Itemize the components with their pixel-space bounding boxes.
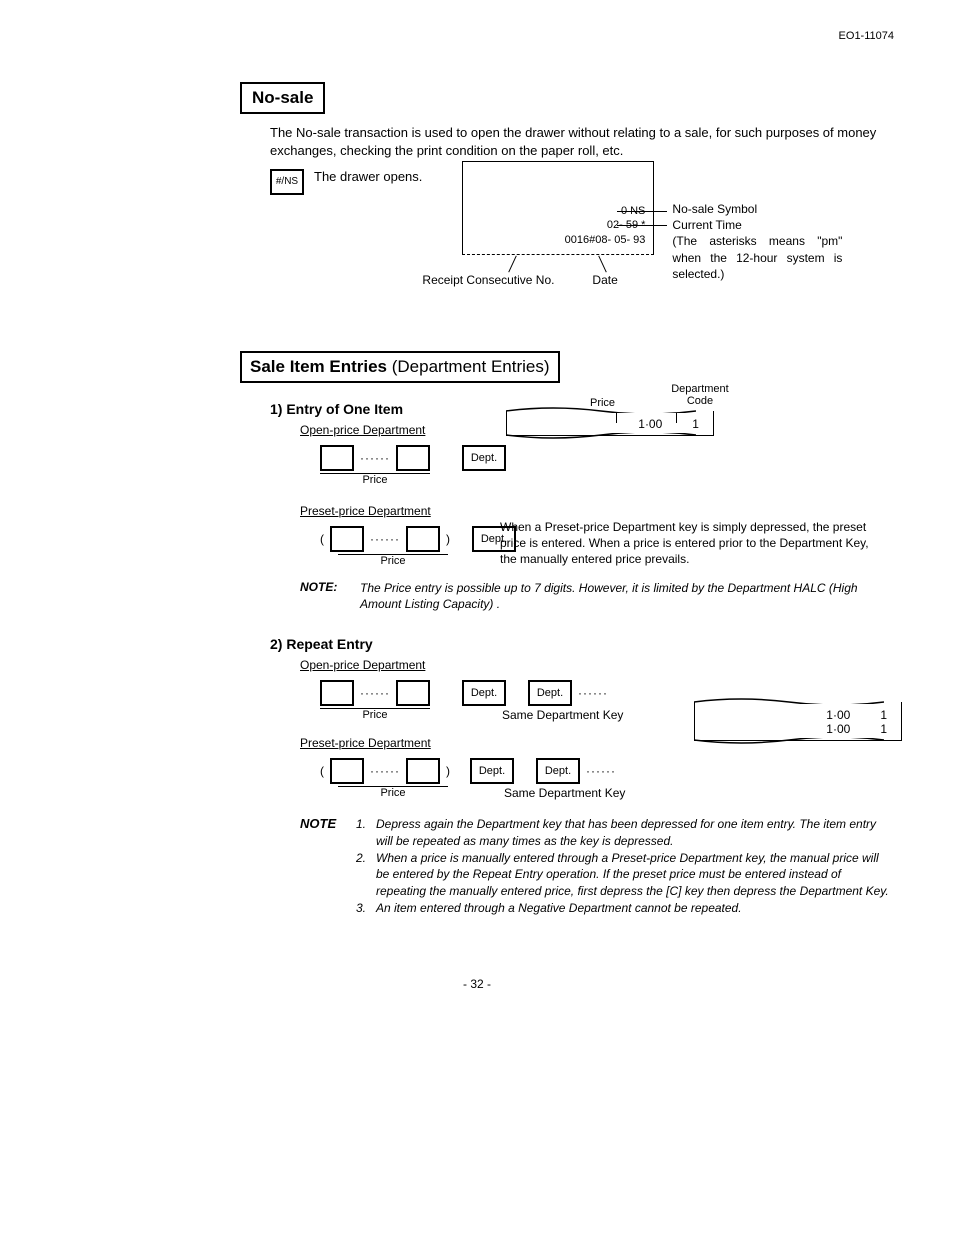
note-num-3: 3. bbox=[356, 900, 376, 917]
preset-description: When a Preset-price Department key is si… bbox=[500, 519, 880, 568]
paren-open: ( bbox=[320, 764, 324, 778]
receipt-diagram: 0 NS 02- 59 * 0016#08- 05- 93 No-sale Sy… bbox=[462, 161, 862, 311]
receipt-code: 1 bbox=[880, 722, 887, 736]
price-underlabel: Price bbox=[320, 473, 430, 486]
price-underlabel: Price bbox=[320, 708, 430, 722]
dots: ······ bbox=[360, 451, 390, 465]
receipt-price: 1·00 bbox=[826, 708, 850, 722]
receipt-line-3: 0016#08- 05- 93 bbox=[565, 233, 646, 247]
heading-bold: Sale Item Entries bbox=[250, 357, 387, 376]
annot-date: Date bbox=[592, 273, 617, 287]
paren-close: ) bbox=[446, 764, 450, 778]
price-underlabel: Price bbox=[338, 554, 448, 567]
open-price-dept-label-2: Open-price Department bbox=[300, 658, 894, 672]
dept-key-repeat: Dept. bbox=[536, 758, 580, 784]
note-num-2: 2. bbox=[356, 850, 376, 900]
dept-key: Dept. bbox=[462, 680, 506, 706]
entry-1-title: 1) Entry of One Item bbox=[270, 401, 506, 417]
annot-receipt-no: Receipt Consecutive No. bbox=[422, 273, 554, 287]
paren-open: ( bbox=[320, 532, 324, 546]
note-label: NOTE: bbox=[300, 580, 360, 612]
digit-key bbox=[396, 680, 430, 706]
callout-line bbox=[509, 256, 518, 273]
digit-key bbox=[406, 526, 440, 552]
note2-2: When a price is manually entered through… bbox=[376, 850, 894, 900]
price-underlabel: Price bbox=[338, 786, 448, 800]
ns-key-icon: #/NS bbox=[270, 169, 304, 195]
page-number: - 32 - bbox=[60, 977, 894, 991]
receipt-price: 1·00 bbox=[638, 417, 662, 431]
open-price-dept-label: Open-price Department bbox=[300, 423, 506, 437]
dots: ······ bbox=[370, 764, 400, 778]
doc-code: EO1-11074 bbox=[60, 30, 894, 42]
heading-no-sale: No-sale bbox=[240, 82, 325, 114]
dept-key-repeat: Dept. bbox=[528, 680, 572, 706]
receipt-price: 1·00 bbox=[826, 722, 850, 736]
note2-label: NOTE bbox=[300, 816, 356, 917]
receipt-entry2: 1·00 1 1·00 1 bbox=[694, 702, 902, 741]
digit-key bbox=[320, 445, 354, 471]
callout-line bbox=[617, 225, 667, 226]
dots: ······ bbox=[578, 686, 608, 700]
dept-key: Dept. bbox=[462, 445, 506, 471]
annot-ns-symbol: No-sale Symbol bbox=[672, 201, 842, 217]
digit-key bbox=[406, 758, 440, 784]
digit-key bbox=[320, 680, 354, 706]
keyseq-repeat-preset: ( ······ ) Dept. Dept. ······ bbox=[320, 758, 894, 784]
dept-code-label: Department Code bbox=[660, 383, 740, 407]
dots: ······ bbox=[586, 764, 616, 778]
dots: ······ bbox=[370, 532, 400, 546]
paren-close: ) bbox=[446, 532, 450, 546]
dots: ······ bbox=[360, 686, 390, 700]
no-sale-description: The No-sale transaction is used to open … bbox=[270, 124, 894, 159]
heading-rest: (Department Entries) bbox=[387, 357, 550, 376]
receipt-code: 1 bbox=[880, 708, 887, 722]
entry-2-title: 2) Repeat Entry bbox=[270, 636, 894, 652]
preset-price-dept-label: Preset-price Department bbox=[300, 504, 894, 518]
receipt-code: 1 bbox=[692, 417, 699, 431]
digit-key bbox=[396, 445, 430, 471]
annot-time-detail: (The asterisks means "pm" when the 12-ho… bbox=[672, 233, 842, 282]
note2-3: An item entered through a Negative Depar… bbox=[376, 900, 742, 917]
keyseq-open-price: ······ Dept. bbox=[320, 445, 506, 471]
note2-1: Depress again the Department key that ha… bbox=[376, 816, 894, 850]
callout-line bbox=[617, 211, 667, 212]
receipt-entry1: 1·00 1 bbox=[506, 411, 714, 436]
heading-sale-item-entries: Sale Item Entries (Department Entries) bbox=[240, 351, 560, 383]
annot-current-time: Current Time bbox=[672, 217, 842, 233]
dept-key: Dept. bbox=[470, 758, 514, 784]
same-dept-key-label: Same Department Key bbox=[502, 708, 623, 722]
note-num-1: 1. bbox=[356, 816, 376, 850]
keyseq-repeat-open: ······ Dept. Dept. ······ bbox=[320, 680, 694, 706]
note-text: The Price entry is possible up to 7 digi… bbox=[360, 580, 894, 612]
digit-key bbox=[330, 758, 364, 784]
same-dept-key-label: Same Department Key bbox=[504, 786, 625, 800]
callout-line bbox=[599, 256, 608, 273]
drawer-opens-text: The drawer opens. bbox=[314, 169, 422, 184]
digit-key bbox=[330, 526, 364, 552]
